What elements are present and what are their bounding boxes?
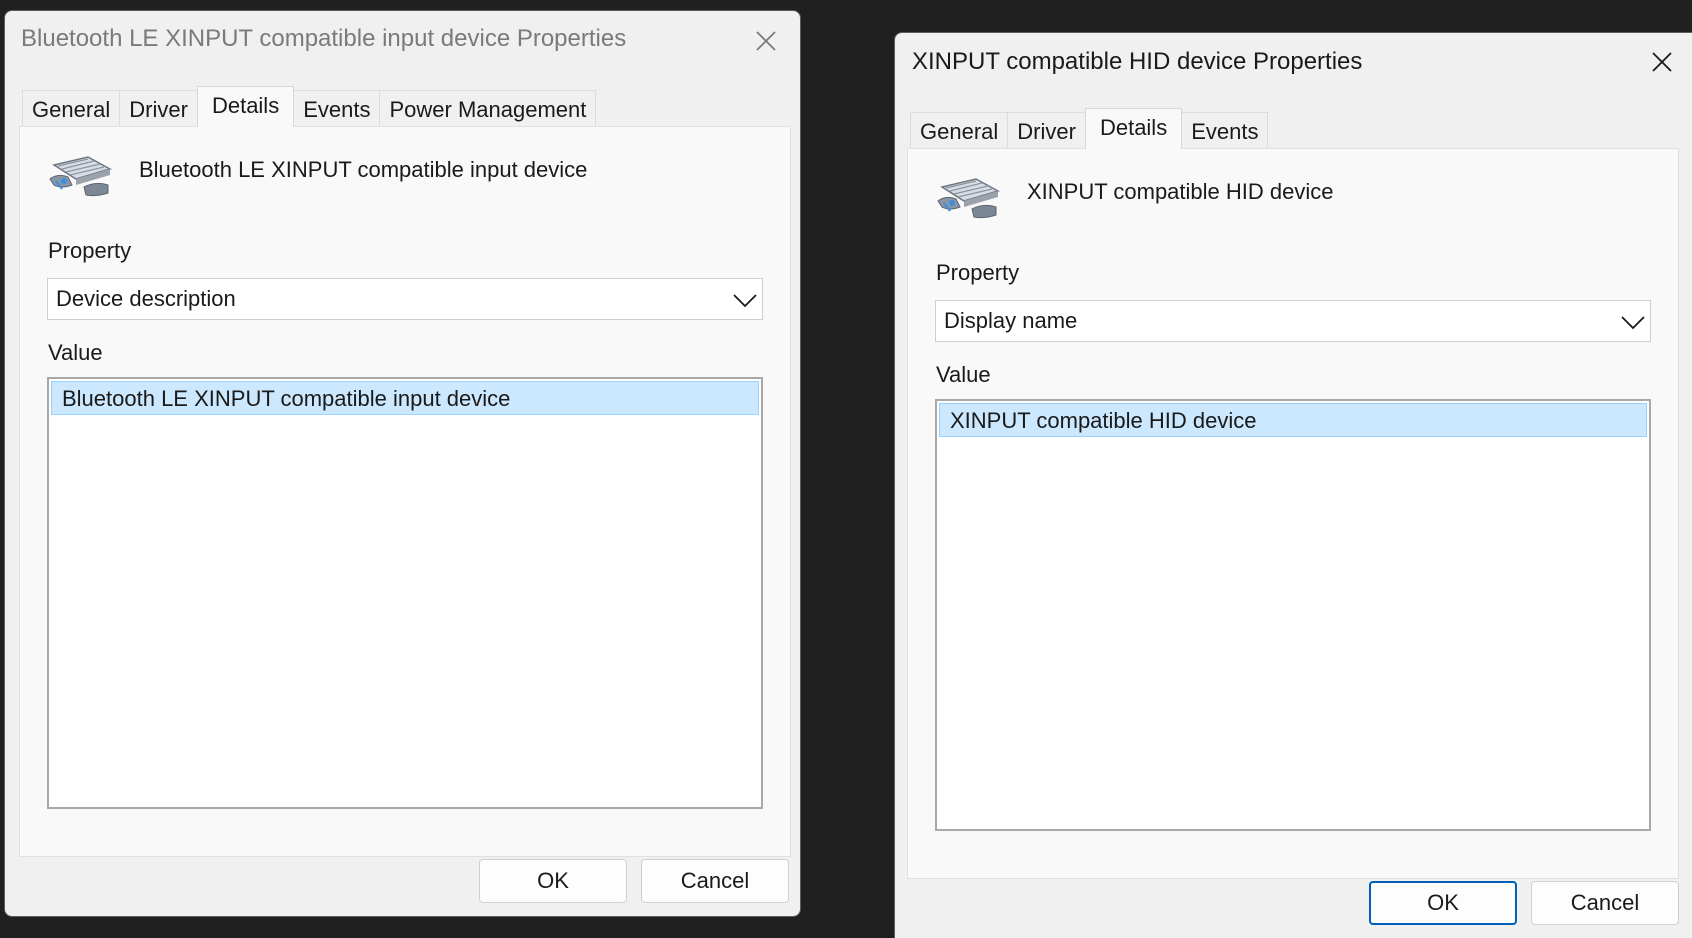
- list-item-text: Bluetooth LE XINPUT compatible input dev…: [62, 386, 511, 411]
- chevron-down-icon: [733, 294, 757, 308]
- value-list[interactable]: Bluetooth LE XINPUT compatible input dev…: [47, 377, 763, 809]
- property-selected-value: Display name: [944, 308, 1078, 333]
- tab-general[interactable]: General: [22, 90, 121, 127]
- tab-details[interactable]: Details: [1084, 108, 1183, 149]
- property-label: Property: [936, 260, 1020, 285]
- tab-strip: General Driver Details Events Power Mana…: [22, 86, 597, 127]
- tab-driver[interactable]: Driver: [119, 90, 198, 127]
- title-bar[interactable]: XINPUT compatible HID device Properties: [895, 33, 1692, 95]
- tab-details[interactable]: Details: [196, 86, 295, 127]
- chevron-down-icon: [1621, 316, 1645, 330]
- property-dropdown[interactable]: Display name: [935, 300, 1651, 342]
- list-item[interactable]: XINPUT compatible HID device: [939, 403, 1647, 437]
- details-panel: XINPUT compatible HID device Property Di…: [907, 148, 1679, 879]
- close-button[interactable]: [744, 21, 788, 61]
- tab-strip: General Driver Details Events: [910, 108, 1269, 149]
- gamepad-device-icon: [49, 156, 112, 197]
- property-selected-value: Device description: [56, 286, 236, 311]
- properties-dialog-right: XINPUT compatible HID device Properties …: [894, 32, 1692, 938]
- tab-events[interactable]: Events: [1181, 112, 1269, 149]
- title-bar[interactable]: Bluetooth LE XINPUT compatible input dev…: [5, 11, 800, 73]
- value-label: Value: [48, 340, 103, 365]
- property-label: Property: [48, 238, 132, 263]
- close-button[interactable]: [1640, 42, 1684, 82]
- property-dropdown[interactable]: Device description: [47, 278, 763, 320]
- properties-dialog-left: Bluetooth LE XINPUT compatible input dev…: [4, 10, 801, 917]
- window-title: XINPUT compatible HID device Properties: [912, 48, 1363, 75]
- device-name: XINPUT compatible HID device: [1027, 179, 1334, 204]
- ok-button[interactable]: OK: [479, 859, 627, 903]
- details-panel: Bluetooth LE XINPUT compatible input dev…: [19, 126, 791, 857]
- cancel-button[interactable]: Cancel: [641, 859, 789, 903]
- list-item[interactable]: Bluetooth LE XINPUT compatible input dev…: [51, 381, 759, 415]
- ok-button[interactable]: OK: [1369, 881, 1517, 925]
- tab-power-management[interactable]: Power Management: [379, 90, 597, 127]
- close-icon: [1652, 52, 1672, 72]
- cancel-button[interactable]: Cancel: [1531, 881, 1679, 925]
- value-list[interactable]: XINPUT compatible HID device: [935, 399, 1651, 831]
- gamepad-device-icon: [937, 178, 1000, 219]
- close-icon: [756, 31, 776, 51]
- window-title: Bluetooth LE XINPUT compatible input dev…: [21, 25, 627, 52]
- tab-driver[interactable]: Driver: [1007, 112, 1086, 149]
- device-name: Bluetooth LE XINPUT compatible input dev…: [139, 157, 588, 182]
- tab-events[interactable]: Events: [293, 90, 381, 127]
- tab-general[interactable]: General: [910, 112, 1009, 149]
- value-label: Value: [936, 362, 991, 387]
- list-item-text: XINPUT compatible HID device: [950, 408, 1257, 433]
